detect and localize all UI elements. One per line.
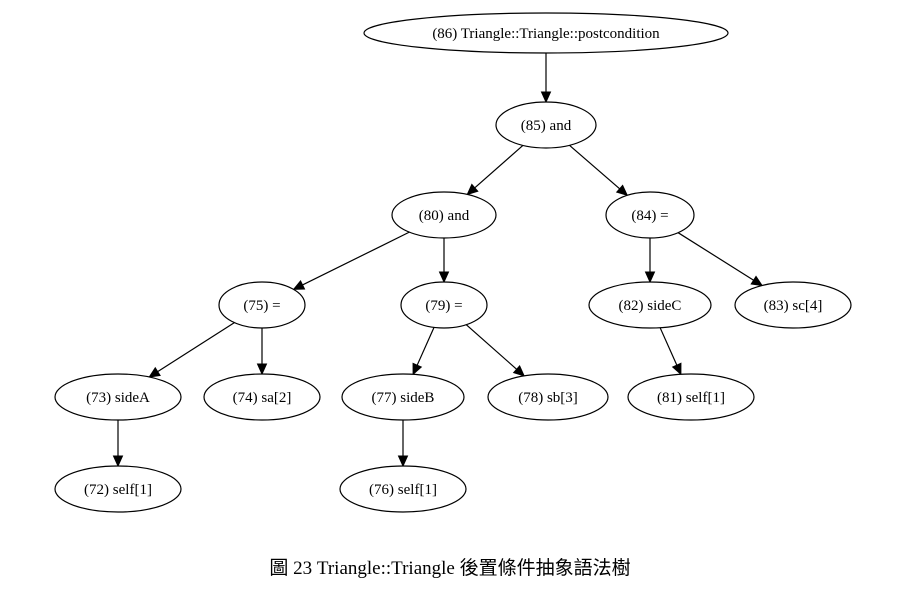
node-label: (79) =	[425, 298, 462, 314]
node-label: (77) sideB	[372, 390, 435, 406]
node-label: (78) sb[3]	[518, 390, 578, 406]
edge-line	[465, 324, 518, 370]
node-n81: (81) self[1]	[627, 373, 755, 421]
node-label: (75) =	[243, 298, 280, 314]
edge-n77-n76	[397, 420, 409, 468]
edge-n73-n72	[112, 420, 124, 468]
edge-n80-n79	[438, 238, 450, 284]
node-label: (80) and	[419, 208, 470, 224]
node-label: (76) self[1]	[369, 482, 437, 498]
edge-line	[677, 232, 754, 281]
node-n84: (84) =	[605, 191, 695, 239]
edge-line	[416, 327, 435, 366]
arrow-head-icon	[256, 363, 268, 376]
node-n76: (76) self[1]	[339, 465, 467, 513]
edge-n75-n74	[256, 328, 268, 376]
arrow-head-icon	[112, 455, 124, 468]
nodes-layer: (86) Triangle::Triangle::postcondition(8…	[54, 12, 852, 513]
edge-line	[474, 144, 524, 189]
edge-line	[569, 144, 621, 190]
node-label: (86) Triangle::Triangle::postcondition	[432, 26, 660, 42]
node-n82: (82) sideC	[588, 281, 712, 329]
arrow-head-icon	[292, 280, 306, 290]
node-n80: (80) and	[391, 191, 497, 239]
node-n73: (73) sideA	[54, 373, 182, 421]
node-label: (81) self[1]	[657, 390, 725, 406]
arrow-head-icon	[438, 271, 450, 284]
arrow-head-icon	[644, 271, 656, 284]
node-label: (74) sa[2]	[233, 390, 292, 406]
arrow-head-icon	[540, 91, 552, 104]
arrow-head-icon	[750, 275, 764, 287]
edge-n84-n82	[644, 238, 656, 284]
edge-n79-n77	[412, 327, 435, 376]
node-label: (83) sc[4]	[764, 298, 823, 314]
edge-n85-n84	[569, 144, 629, 197]
edge-line	[157, 322, 235, 373]
node-n77: (77) sideB	[341, 373, 465, 421]
edge-line	[302, 231, 410, 286]
node-label: (73) sideA	[86, 390, 150, 406]
node-label: (85) and	[521, 118, 572, 134]
figure-caption: 圖 23 Triangle::Triangle 後置條件抽象語法樹	[269, 558, 631, 579]
node-label: (72) self[1]	[84, 482, 152, 498]
syntax-tree-diagram: (86) Triangle::Triangle::postcondition(8…	[54, 12, 852, 513]
arrow-head-icon	[412, 362, 423, 376]
arrow-head-icon	[397, 455, 409, 468]
node-label: (82) sideC	[619, 298, 682, 314]
node-n85: (85) and	[495, 101, 597, 149]
arrow-head-icon	[671, 362, 682, 376]
edge-n85-n80	[466, 144, 524, 196]
edge-line	[659, 327, 678, 366]
arrow-head-icon	[148, 366, 161, 378]
edge-n82-n81	[659, 327, 682, 376]
edge-n75-n73	[148, 322, 235, 378]
node-label: (84) =	[631, 208, 668, 224]
node-n78: (78) sb[3]	[487, 373, 609, 421]
edge-n79-n78	[465, 324, 526, 377]
edge-n80-n75	[292, 231, 410, 290]
node-n86: (86) Triangle::Triangle::postcondition	[363, 12, 729, 54]
node-n74: (74) sa[2]	[203, 373, 321, 421]
node-n72: (72) self[1]	[54, 465, 182, 513]
edge-n84-n83	[677, 232, 764, 287]
node-n79: (79) =	[400, 281, 488, 329]
node-n83: (83) sc[4]	[734, 281, 852, 329]
edge-n86-n85	[540, 53, 552, 104]
node-n75: (75) =	[218, 281, 306, 329]
